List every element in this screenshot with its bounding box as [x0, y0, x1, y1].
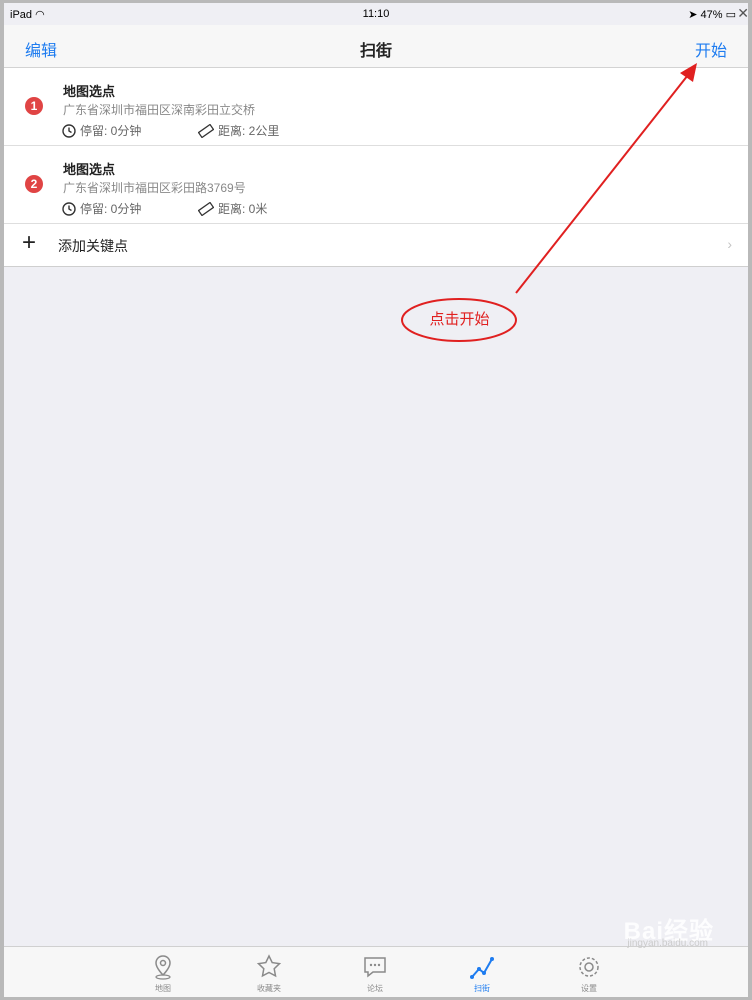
- add-waypoint-row[interactable]: + 添加关键点 ›: [4, 224, 748, 266]
- ruler-icon: [198, 123, 214, 138]
- waypoint-number-badge: 1: [25, 97, 43, 115]
- add-waypoint-label: 添加关键点: [58, 238, 128, 254]
- tab-forum[interactable]: 论坛: [345, 947, 405, 994]
- stay-duration: 停留: 0分钟: [62, 200, 141, 217]
- tab-settings[interactable]: 设置: [559, 947, 619, 994]
- star-icon: [256, 954, 282, 978]
- waypoint-number-badge: 2: [25, 175, 43, 193]
- distance: 距离: 2公里: [198, 122, 279, 139]
- ipad-screen: iPad ◠ 11:10 ➤ 47% ▭ 编辑 扫街 开始 1 地图选点 广东省…: [4, 3, 748, 997]
- chevron-right-icon: ›: [727, 236, 732, 252]
- tab-bar: 地图 收藏夹 论坛 扫街 设置: [4, 946, 748, 997]
- status-bar: iPad ◠ 11:10 ➤ 47% ▭: [4, 3, 748, 25]
- waypoint-title: 地图选点: [63, 84, 116, 99]
- tab-street-scan[interactable]: 扫街: [452, 947, 512, 994]
- map-pin-icon: [155, 955, 171, 980]
- route-icon: [470, 957, 494, 979]
- waypoint-address: 广东省深圳市福田区深南彩田立交桥: [63, 103, 256, 117]
- list-item[interactable]: 2 地图选点 广东省深圳市福田区彩田路3769号 停留: 0分钟 距离: 0米: [4, 146, 748, 224]
- clock: 11:10: [362, 8, 390, 20]
- clock-icon: [62, 123, 76, 138]
- waypoint-address: 广东省深圳市福田区彩田路3769号: [63, 181, 246, 195]
- battery-icon: ▭: [725, 9, 736, 21]
- distance: 距离: 0米: [198, 200, 267, 217]
- gear-icon: [579, 957, 599, 977]
- tab-map[interactable]: 地图: [133, 947, 193, 994]
- watermark-url: jingyan.baidu.com: [627, 938, 708, 949]
- start-button[interactable]: 开始: [695, 37, 727, 61]
- plus-icon: +: [22, 229, 37, 256]
- clock-icon: [62, 201, 76, 216]
- location-icon: ➤: [688, 9, 698, 21]
- list-item[interactable]: 1 地图选点 广东省深圳市福田区深南彩田立交桥 停留: 0分钟 距离: 2公里: [4, 68, 748, 146]
- waypoint-title: 地图选点: [63, 162, 116, 177]
- callout-label: 点击开始: [429, 311, 490, 328]
- ruler-icon: [198, 201, 214, 216]
- navigation-bar: 编辑 扫街 开始: [4, 25, 748, 68]
- tab-favorites[interactable]: 收藏夹: [239, 947, 299, 994]
- stay-duration: 停留: 0分钟: [62, 122, 141, 139]
- battery-indicator: ➤ 47% ▭: [688, 9, 736, 21]
- chat-icon: [364, 957, 386, 978]
- waypoint-list: 1 地图选点 广东省深圳市福田区深南彩田立交桥 停留: 0分钟 距离: 2公里 …: [4, 68, 748, 267]
- page-title: 扫街: [359, 43, 392, 60]
- close-icon[interactable]: ✕: [737, 5, 749, 22]
